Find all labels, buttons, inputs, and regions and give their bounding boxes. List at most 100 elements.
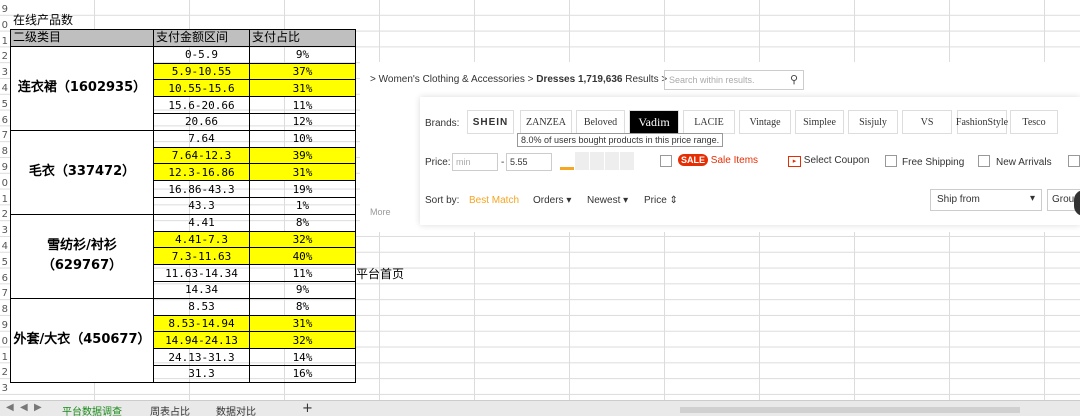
price-range-cell[interactable]: 12.3-16.86	[153, 163, 250, 182]
brand-logo-button[interactable]: Vadim	[629, 110, 679, 134]
brand-logo-button[interactable]: Simplee	[795, 110, 844, 134]
payment-share-cell[interactable]: 8%	[249, 213, 356, 232]
payment-share-cell[interactable]: 9%	[249, 280, 356, 299]
price-range-cell[interactable]: 0-5.9	[153, 45, 250, 64]
price-range-cell[interactable]: 14.34	[153, 280, 250, 299]
row-number[interactable]: 7	[0, 286, 8, 302]
row-number[interactable]: 1	[0, 350, 8, 366]
header-price-range[interactable]: 支付金额区间	[153, 29, 250, 47]
row-number[interactable]: 9	[0, 318, 8, 334]
prev-sheet-icon[interactable]: ◀	[20, 402, 28, 413]
price-range-cell[interactable]: 8.53	[153, 297, 250, 316]
first-sheet-icon[interactable]: ◀	[6, 402, 14, 413]
row-number[interactable]: 0	[0, 18, 8, 34]
brand-logo-button[interactable]: Sisjuly	[848, 110, 898, 134]
payment-share-cell[interactable]: 1%	[249, 196, 356, 215]
search-within-input[interactable]: Search within results. ⚲	[664, 70, 804, 90]
payment-share-cell[interactable]: 12%	[249, 112, 356, 131]
price-range-cell[interactable]: 7.3-11.63	[153, 247, 250, 266]
row-number[interactable]: 0	[0, 176, 8, 192]
brand-logo-button[interactable]: Vintage	[739, 110, 791, 134]
brand-logo-button[interactable]: FashionStyle	[956, 110, 1008, 134]
brand-logo-button[interactable]: ZANZEA	[520, 110, 572, 134]
sort-orders[interactable]: Orders ▾	[533, 195, 571, 206]
sort-newest[interactable]: Newest ▾	[587, 195, 628, 206]
category-cell[interactable]: 雪纺衫/衬衫（629767）	[10, 213, 154, 299]
more-link[interactable]: More	[370, 207, 391, 217]
search-icon[interactable]: ⚲	[790, 73, 798, 86]
payment-share-cell[interactable]: 14%	[249, 348, 356, 366]
payment-share-cell[interactable]: 32%	[249, 331, 356, 350]
extra-checkbox[interactable]	[1068, 155, 1080, 167]
price-range-cell[interactable]: 15.6-20.66	[153, 96, 250, 114]
sort-price[interactable]: Price ⇕	[644, 195, 678, 206]
brand-logo-button[interactable]: SHEIN	[467, 110, 514, 134]
brand-logo-button[interactable]: Tesco	[1010, 110, 1058, 134]
sale-items-filter[interactable]: SALE Sale Items	[678, 154, 758, 166]
header-payment-share[interactable]: 支付占比	[249, 29, 356, 47]
price-range-cell[interactable]: 8.53-14.94	[153, 314, 250, 333]
row-number[interactable]: 7	[0, 128, 8, 144]
horizontal-scrollbar[interactable]	[680, 407, 1020, 413]
tab-weekly-share[interactable]: 周表占比	[150, 403, 190, 418]
payment-share-cell[interactable]: 31%	[249, 314, 356, 333]
price-range-cell[interactable]: 16.86-43.3	[153, 180, 250, 198]
price-distribution-bars[interactable]	[560, 152, 634, 170]
payment-share-cell[interactable]: 31%	[249, 79, 356, 98]
free-shipping-label[interactable]: Free Shipping	[902, 157, 964, 168]
payment-share-cell[interactable]: 40%	[249, 247, 356, 266]
payment-share-cell[interactable]: 32%	[249, 230, 356, 249]
row-number[interactable]: 6	[0, 271, 8, 287]
row-number[interactable]: 2	[0, 365, 8, 381]
price-bar[interactable]	[560, 152, 574, 170]
ship-from-select[interactable]: Ship from ▾	[930, 189, 1042, 211]
price-range-cell[interactable]: 4.41	[153, 213, 250, 232]
price-range-cell[interactable]: 7.64	[153, 129, 250, 148]
price-max-input[interactable]: 5.55	[506, 153, 552, 171]
row-number[interactable]: 2	[0, 207, 8, 223]
payment-share-cell[interactable]: 10%	[249, 129, 356, 148]
payment-share-cell[interactable]: 16%	[249, 364, 356, 383]
new-arrivals-checkbox[interactable]	[978, 155, 990, 167]
row-number[interactable]: 3	[0, 381, 8, 397]
category-cell[interactable]: 外套/大衣（450677）	[10, 297, 154, 383]
price-range-cell[interactable]: 20.66	[153, 112, 250, 131]
price-bar[interactable]	[590, 152, 604, 170]
next-sheet-icon[interactable]: ▶	[34, 402, 42, 413]
price-range-cell[interactable]: 24.13-31.3	[153, 348, 250, 366]
brand-logo-button[interactable]: VS	[902, 110, 952, 134]
price-range-cell[interactable]: 5.9-10.55	[153, 62, 250, 81]
tab-platform-survey[interactable]: 平台数据调查	[62, 403, 122, 418]
price-bar[interactable]	[620, 152, 634, 170]
payment-share-cell[interactable]: 39%	[249, 146, 356, 165]
row-number[interactable]: 0	[0, 334, 8, 350]
price-range-cell[interactable]: 10.55-15.6	[153, 79, 250, 98]
free-shipping-checkbox[interactable]	[885, 155, 897, 167]
sort-best-match[interactable]: Best Match	[469, 195, 519, 206]
new-arrivals-label[interactable]: New Arrivals	[996, 157, 1052, 168]
price-range-cell[interactable]: 14.94-24.13	[153, 331, 250, 350]
category-cell[interactable]: 毛衣（337472）	[10, 129, 154, 215]
price-range-cell[interactable]: 4.41-7.3	[153, 230, 250, 249]
category-cell[interactable]: 连衣裙（1602935）	[10, 45, 154, 131]
brand-logo-button[interactable]: Beloved	[576, 110, 625, 134]
row-number[interactable]: 2	[0, 49, 8, 65]
payment-share-cell[interactable]: 37%	[249, 62, 356, 81]
price-range-cell[interactable]: 31.3	[153, 364, 250, 383]
row-number[interactable]: 8	[0, 144, 8, 160]
payment-share-cell[interactable]: 9%	[249, 45, 356, 64]
row-number[interactable]: 6	[0, 113, 8, 129]
row-number[interactable]: 4	[0, 239, 8, 255]
row-number[interactable]: 4	[0, 81, 8, 97]
price-range-cell[interactable]: 11.63-14.34	[153, 264, 250, 282]
row-number[interactable]: 1	[0, 34, 8, 50]
row-number[interactable]: 3	[0, 223, 8, 239]
row-number[interactable]: 8	[0, 302, 8, 318]
note-platform-homepage[interactable]: 平台首页	[356, 265, 404, 282]
row-number[interactable]: 9	[0, 160, 8, 176]
payment-share-cell[interactable]: 19%	[249, 180, 356, 198]
sale-checkbox[interactable]	[660, 155, 672, 167]
row-number[interactable]: 5	[0, 255, 8, 271]
header-category[interactable]: 二级类目	[10, 29, 154, 47]
tab-data-compare[interactable]: 数据对比	[216, 403, 256, 418]
